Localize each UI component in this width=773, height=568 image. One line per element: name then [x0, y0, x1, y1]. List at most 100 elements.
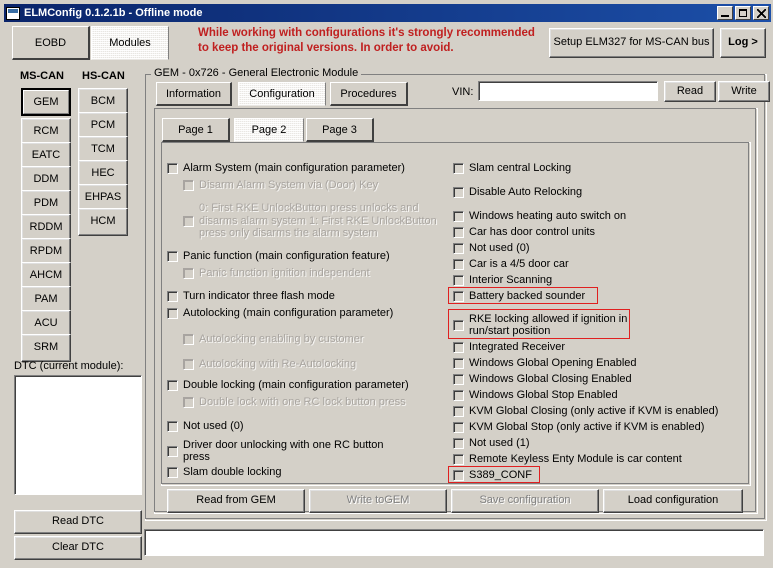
checkbox-panic-ignition-independent[interactable] [183, 268, 194, 279]
checkbox-row-driver-door-unlocking[interactable]: Driver door unlocking with one RC button… [167, 438, 402, 464]
checkbox-row-windows-heating-auto-switch-on[interactable]: Windows heating auto switch on [453, 210, 753, 223]
checkbox-autolocking-by-customer[interactable] [183, 334, 194, 345]
checkbox-double-lock-one-rc-press[interactable] [183, 397, 194, 408]
module-button-srm[interactable]: SRM [21, 334, 71, 362]
checkbox-row-not-used-0-right[interactable]: Not used (0) [453, 242, 753, 255]
checkbox-row-double-locking[interactable]: Double locking (main configuration param… [167, 379, 437, 392]
checkbox-s389-conf[interactable] [453, 470, 464, 481]
read-dtc-button[interactable]: Read DTC [14, 510, 142, 534]
label-car-has-door-control-units: Car has door control units [469, 226, 595, 238]
label-alarm-system: Alarm System (main configuration paramet… [183, 162, 405, 174]
checkbox-kvm-global-closing[interactable] [453, 406, 464, 417]
checkbox-row-disable-auto-relocking[interactable]: Disable Auto Relocking [453, 186, 753, 199]
module-button-ddm-label: DDM [33, 173, 59, 186]
tab-eobd[interactable]: EOBD [12, 26, 90, 60]
checkbox-row-slam-central-locking[interactable]: Slam central Locking [453, 162, 753, 175]
log-button[interactable]: Log > [720, 28, 766, 58]
checkbox-row-windows-global-stop-enabled[interactable]: Windows Global Stop Enabled [453, 389, 753, 402]
checkbox-row-disarm-alarm-door-key[interactable]: Disarm Alarm System via (Door) Key [183, 179, 437, 192]
module-button-gem[interactable]: GEM [21, 88, 71, 116]
checkbox-turn-indicator-three-flash[interactable] [167, 291, 178, 302]
tab-modules[interactable]: Modules [91, 26, 169, 60]
checkbox-row-double-lock-one-rc-press[interactable]: Double lock with one RC lock button pres… [183, 396, 437, 409]
read-button[interactable]: Read [664, 81, 716, 102]
checkbox-not-used-0-left[interactable] [167, 421, 178, 432]
checkbox-row-autolocking-by-customer[interactable]: Autolocking enabling by customer [183, 333, 437, 346]
checkbox-double-locking[interactable] [167, 380, 178, 391]
dtc-list[interactable] [14, 375, 142, 495]
checkbox-row-kvm-global-closing[interactable]: KVM Global Closing (only active if KVM i… [453, 405, 753, 418]
checkbox-row-rke-unlock-behavior[interactable]: 0: First RKE UnlockButton press unlocks … [183, 195, 437, 247]
checkbox-windows-global-closing-enabled[interactable] [453, 374, 464, 385]
checkbox-disable-auto-relocking[interactable] [453, 187, 464, 198]
checkbox-row-windows-global-opening-enabled[interactable]: Windows Global Opening Enabled [453, 357, 753, 370]
checkbox-row-rke-module-is-car-content[interactable]: Remote Keyless Enty Module is car conten… [453, 453, 753, 466]
checkbox-interior-scanning[interactable] [453, 275, 464, 286]
checkbox-car-is-4-5-door[interactable] [453, 259, 464, 270]
checkbox-row-alarm-system[interactable]: Alarm System (main configuration paramet… [167, 162, 437, 175]
checkbox-row-not-used-0-left[interactable]: Not used (0) [167, 420, 437, 433]
tab-page-1[interactable]: Page 1 [162, 118, 230, 142]
checkbox-windows-heating-auto-switch-on[interactable] [453, 211, 464, 222]
checkbox-rke-unlock-behavior[interactable] [183, 216, 194, 227]
checkbox-row-turn-indicator-three-flash[interactable]: Turn indicator three flash mode [167, 290, 437, 303]
checkbox-row-interior-scanning[interactable]: Interior Scanning [453, 274, 753, 287]
checkbox-row-kvm-global-stop[interactable]: KVM Global Stop (only active if KVM is e… [453, 421, 753, 434]
module-button-hcm[interactable]: HCM [78, 208, 128, 236]
tab-procedures[interactable]: Procedures [330, 82, 408, 106]
module-button-acu-label: ACU [34, 317, 58, 330]
write-button-label: Write [731, 84, 757, 97]
checkbox-row-car-is-4-5-door[interactable]: Car is a 4/5 door car [453, 258, 753, 271]
checkbox-battery-backed-sounder[interactable] [453, 291, 464, 302]
checkbox-row-autolocking[interactable]: Autolocking (main configuration paramete… [167, 307, 437, 320]
checkbox-rke-module-is-car-content[interactable] [453, 454, 464, 465]
checkbox-car-has-door-control-units[interactable] [453, 227, 464, 238]
checkbox-row-autolocking-re-autolocking[interactable]: Autolocking with Re-Autolocking [183, 358, 437, 371]
checkbox-alarm-system[interactable] [167, 163, 178, 174]
checkbox-windows-global-opening-enabled[interactable] [453, 358, 464, 369]
read-from-gem-button[interactable]: Read from GEM [167, 489, 305, 513]
checkbox-panic-function[interactable] [167, 251, 178, 262]
checkbox-disarm-alarm-door-key[interactable] [183, 180, 194, 191]
vin-input[interactable] [478, 81, 658, 101]
checkbox-row-integrated-receiver[interactable]: Integrated Receiver [453, 341, 753, 354]
checkbox-row-slam-double-locking[interactable]: Slam double locking [167, 466, 437, 479]
checkbox-row-panic-function[interactable]: Panic function (main configuration featu… [167, 250, 437, 263]
write-to-gem-button[interactable]: Write toGEM [309, 489, 447, 513]
save-configuration-button[interactable]: Save configuration [451, 489, 599, 513]
checkbox-driver-door-unlocking[interactable] [167, 446, 178, 457]
status-text [145, 530, 763, 540]
setup-elm327-button[interactable]: Setup ELM327 for MS-CAN bus [549, 28, 714, 58]
checkbox-row-rke-locking-ignition-run-start[interactable]: RKE locking allowed if ignition in run/s… [453, 312, 633, 338]
checkbox-row-windows-global-closing-enabled[interactable]: Windows Global Closing Enabled [453, 373, 753, 386]
tab-information[interactable]: Information [156, 82, 232, 106]
tab-page-2[interactable]: Page 2 [234, 118, 304, 142]
write-button[interactable]: Write [718, 81, 770, 102]
checkbox-row-not-used-1[interactable]: Not used (1) [453, 437, 753, 450]
clear-dtc-button[interactable]: Clear DTC [14, 536, 142, 560]
tab-configuration[interactable]: Configuration [238, 82, 326, 106]
checkbox-row-car-has-door-control-units[interactable]: Car has door control units [453, 226, 753, 239]
tab-page-1-label: Page 1 [178, 123, 213, 136]
checkbox-row-battery-backed-sounder[interactable]: Battery backed sounder [453, 290, 753, 303]
title-bar: ELMConfig 0.1.2.1b - Offline mode [4, 4, 771, 22]
checkbox-not-used-0-right[interactable] [453, 243, 464, 254]
checkbox-autolocking[interactable] [167, 308, 178, 319]
load-configuration-button[interactable]: Load configuration [603, 489, 743, 513]
checkbox-windows-global-stop-enabled[interactable] [453, 390, 464, 401]
checkbox-rke-locking-ignition-run-start[interactable] [453, 320, 464, 331]
checkbox-integrated-receiver[interactable] [453, 342, 464, 353]
close-button[interactable] [753, 6, 769, 20]
checkbox-slam-central-locking[interactable] [453, 163, 464, 174]
read-dtc-label: Read DTC [52, 515, 104, 528]
checkbox-row-panic-ignition-independent[interactable]: Panic function ignition independent [183, 267, 437, 280]
tab-page-3[interactable]: Page 3 [306, 118, 374, 142]
status-bar[interactable] [144, 529, 764, 556]
checkbox-kvm-global-stop[interactable] [453, 422, 464, 433]
checkbox-row-s389-conf[interactable]: S389_CONF [453, 469, 753, 482]
checkbox-slam-double-locking[interactable] [167, 467, 178, 478]
checkbox-not-used-1[interactable] [453, 438, 464, 449]
maximize-button[interactable] [735, 6, 751, 20]
checkbox-autolocking-re-autolocking[interactable] [183, 359, 194, 370]
minimize-button[interactable] [717, 6, 733, 20]
